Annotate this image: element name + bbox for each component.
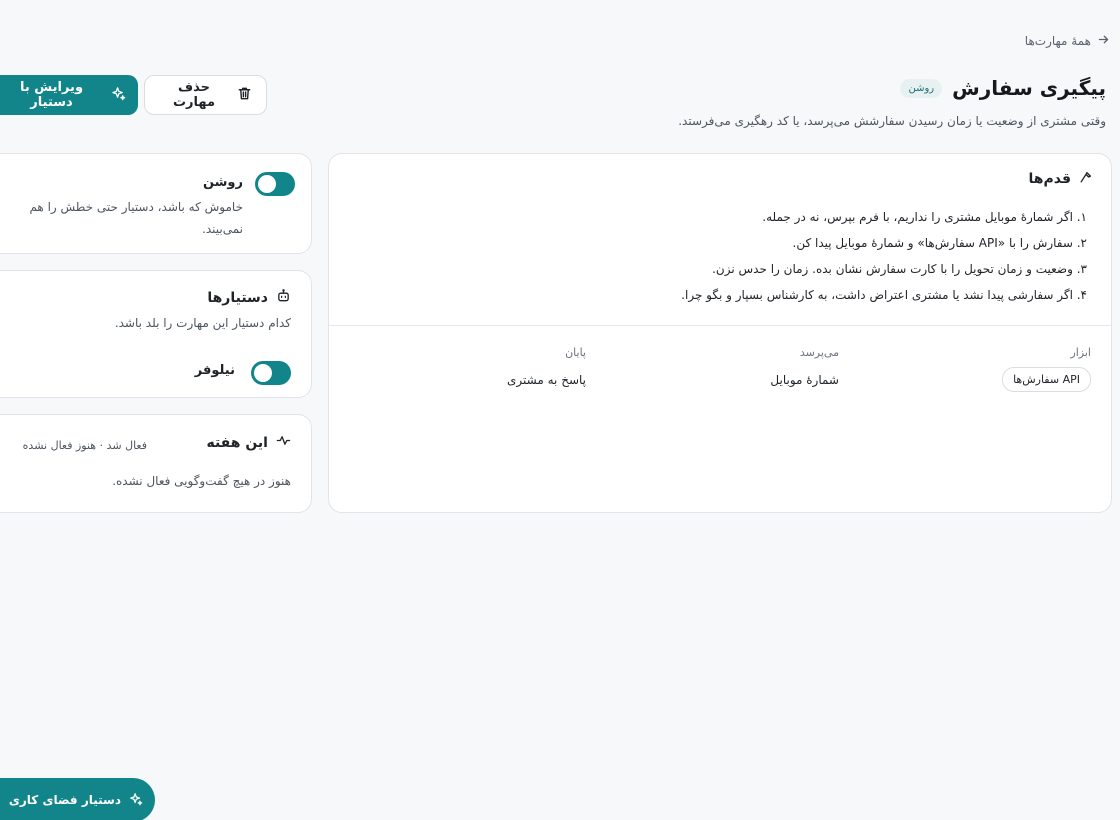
agents-description: کدام دستیار این مهارت را بلد باشد. <box>114 316 291 330</box>
workspace-assistant-label: دستیار فضای کاری <box>8 793 121 807</box>
edit-with-assistant-button[interactable]: ویرایش با دستیار <box>0 75 138 115</box>
delete-skill-button[interactable]: حذف مهارت <box>144 75 267 115</box>
end-value: پاسخ به مشتری <box>507 373 586 387</box>
sparkle-icon <box>111 86 126 105</box>
asks-value: شمارهٔ موبایل <box>770 373 839 387</box>
delete-skill-label: حذف مهارت <box>172 80 216 110</box>
breadcrumb-label[interactable]: همهٔ مهارت‌ها <box>1025 34 1091 48</box>
tools-label: ابزار <box>1070 346 1091 359</box>
status-label: روشن <box>202 175 243 190</box>
end-label: پایان <box>565 346 586 359</box>
steps-card: قدم‌ها ۱. اگر شمارهٔ موبایل مشتری را ندا… <box>328 153 1112 513</box>
page-description: وقتی مشتری از وضعیت یا زمان رسیدن سفارشش… <box>678 114 1106 128</box>
asks-label: می‌پرسد <box>799 346 839 359</box>
week-description: هنوز در هیچ گفت‌وگویی فعال نشده. <box>112 474 291 488</box>
status-description: خاموش که باشد، دستیار حتی خطش را هم نمی‌… <box>29 200 243 236</box>
status-badge: روشن <box>900 78 943 98</box>
tool-chip[interactable]: API سفارش‌ها <box>1002 367 1091 392</box>
trash-icon <box>237 86 252 105</box>
skill-enabled-toggle[interactable] <box>255 172 295 196</box>
step-item: ۳. وضعیت و زمان تحویل را با کارت سفارش ن… <box>712 262 1087 276</box>
steps-title: قدم‌ها <box>1028 171 1071 187</box>
agents-title: دستیارها <box>207 289 268 306</box>
sparkle-icon <box>129 792 143 809</box>
activity-icon <box>276 433 291 452</box>
agents-heading: دستیارها <box>207 288 291 307</box>
steps-list: ۱. اگر شمارهٔ موبایل مشتری را نداریم، با… <box>681 204 1087 308</box>
skill-detail-page: همهٔ مهارت‌ها پیگیری سفارش روشن وقتی مشت… <box>0 0 1120 820</box>
tools-column: ابزار API سفارش‌ها <box>1002 346 1091 398</box>
week-title: این هفته <box>206 434 268 451</box>
agents-card: دستیارها کدام دستیار این مهارت را بلد با… <box>0 270 312 398</box>
agent-name: نیلوفر <box>194 363 235 378</box>
asks-column: می‌پرسد شمارهٔ موبایل <box>770 346 839 387</box>
week-status: فعال شد · هنوز فعال نشده <box>22 439 147 452</box>
page-title: پیگیری سفارش <box>952 76 1106 100</box>
step-item: ۴. اگر سفارشی پیدا نشد یا مشتری اعتراض د… <box>681 288 1087 302</box>
command-key-icon: ⌘ <box>0 793 1 807</box>
week-heading: این هفته <box>206 433 291 452</box>
edit-with-assistant-label: ویرایش با دستیار <box>19 80 84 110</box>
arrow-right-icon <box>1097 33 1110 49</box>
steps-heading: قدم‌ها <box>1029 170 1093 188</box>
header-actions: حذف مهارت ویرایش با دستیار <box>0 75 267 115</box>
bot-icon <box>276 288 291 307</box>
breadcrumb[interactable]: همهٔ مهارت‌ها <box>1025 33 1110 49</box>
page-header: پیگیری سفارش روشن <box>900 76 1106 100</box>
agent-toggle[interactable] <box>251 361 291 385</box>
end-column: پایان پاسخ به مشتری <box>507 346 586 387</box>
hammer-icon <box>1079 170 1093 188</box>
step-item: ۲. سفارش را با «API سفارش‌ها» و شمارهٔ م… <box>792 236 1087 250</box>
status-card: روشن خاموش که باشد، دستیار حتی خطش را هم… <box>0 153 312 254</box>
divider <box>329 325 1111 326</box>
this-week-card: این هفته فعال شد · هنوز فعال نشده هنوز د… <box>0 414 312 513</box>
workspace-assistant-button[interactable]: دستیار فضای کاری ⌘ <box>0 778 155 820</box>
step-item: ۱. اگر شمارهٔ موبایل مشتری را نداریم، با… <box>762 210 1087 224</box>
